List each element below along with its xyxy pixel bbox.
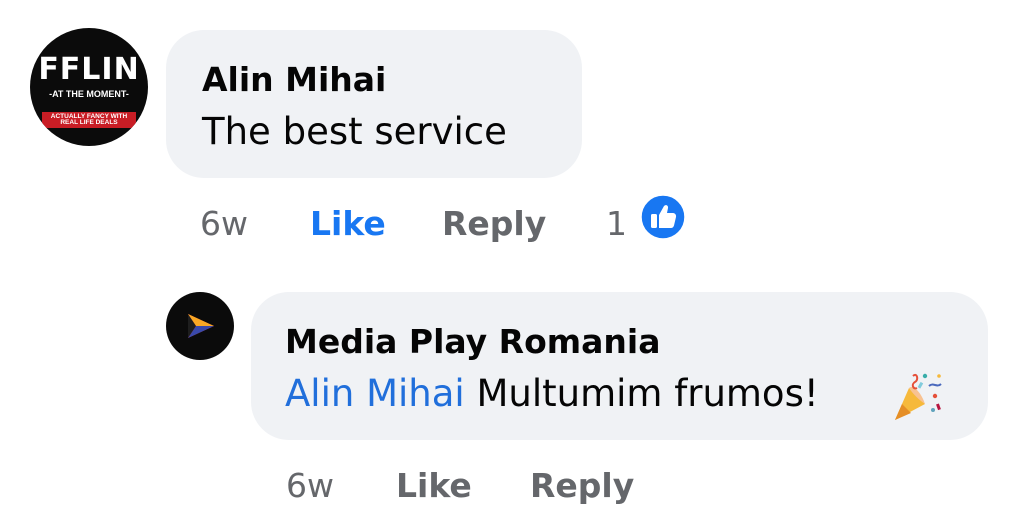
play-logo-icon xyxy=(188,314,214,338)
avatar-logo-text: FFLIN xyxy=(38,52,140,87)
comment-author-name[interactable]: Alin Mihai xyxy=(202,60,386,99)
reply-bubble: Media Play Romania Alin Mihai Multumim f… xyxy=(251,292,988,440)
reply-author-name[interactable]: Media Play Romania xyxy=(285,322,660,361)
replier-avatar[interactable] xyxy=(166,292,234,360)
reply-timestamp[interactable]: 6w xyxy=(286,466,396,505)
comment-timestamp[interactable]: 6w xyxy=(200,204,310,243)
reply-text-line: Alin Mihai Multumim frumos! xyxy=(285,372,819,415)
reaction-count[interactable]: 1 xyxy=(606,204,627,243)
thumbs-up-icon[interactable] xyxy=(640,194,686,240)
reply-like-button[interactable]: Like xyxy=(396,466,530,505)
reply-mention-link[interactable]: Alin Mihai xyxy=(285,372,465,415)
reply-actions: 6w Like Reply xyxy=(286,460,634,510)
comment-actions: 6w Like Reply 1 xyxy=(200,198,627,248)
commenter-avatar[interactable]: FFLIN -AT THE MOMENT- ACTUALLY FANCY WIT… xyxy=(30,28,148,146)
comment-reply-button[interactable]: Reply xyxy=(442,204,606,243)
avatar-logo-band-text: ACTUALLY FANCY WITH REAL LIFE DEALS xyxy=(50,113,128,126)
comment-text: The best service xyxy=(202,110,507,153)
reply-reply-button[interactable]: Reply xyxy=(530,466,634,505)
comment-bubble: Alin Mihai The best service xyxy=(166,30,582,178)
comment-like-button[interactable]: Like xyxy=(310,204,442,243)
reply-text: Multumim frumos! xyxy=(476,372,819,415)
avatar-logo-subtitle: -AT THE MOMENT- xyxy=(49,89,129,99)
party-popper-icon xyxy=(895,373,942,420)
